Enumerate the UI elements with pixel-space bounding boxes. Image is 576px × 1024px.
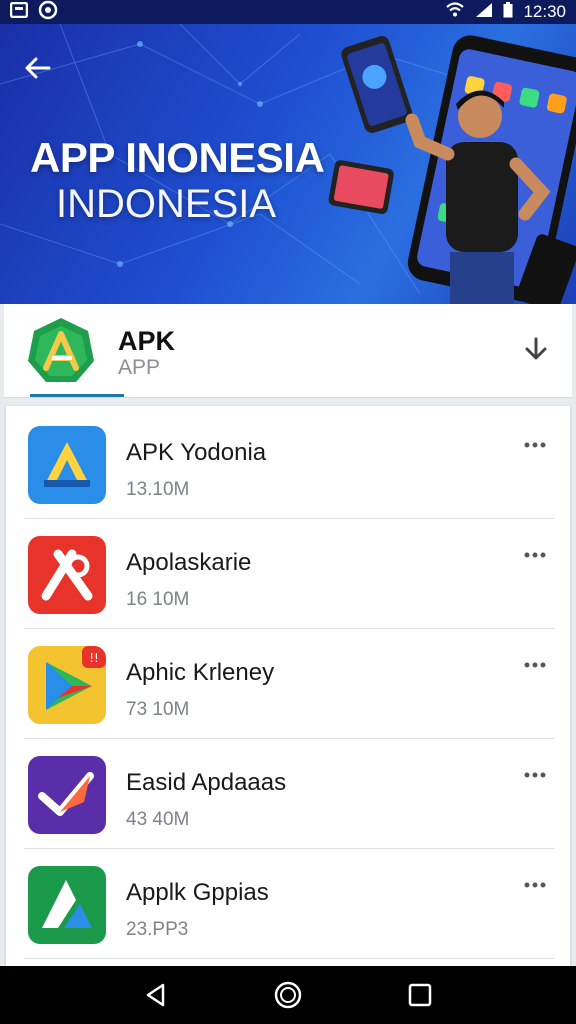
hero-subtitle: INDONESIA (56, 182, 277, 226)
app-name: Easid Apdaaas (126, 769, 287, 796)
app-header: APK APP (4, 304, 572, 398)
more-options-button[interactable] (520, 435, 550, 455)
more-options-button[interactable] (520, 875, 550, 895)
list-item[interactable]: Applk Gppias 23.PP3 (6, 849, 570, 959)
list-item[interactable]: APK Yodonia 13.10M (6, 409, 570, 519)
more-icon (524, 772, 546, 778)
app-size: 73 10M (126, 699, 190, 720)
app-name: Apolaskarie (126, 549, 252, 576)
list-item[interactable]: Apolaskarie 16 10M (6, 519, 570, 629)
sync-icon (38, 0, 58, 25)
app-size: 16 10M (126, 589, 190, 610)
back-button[interactable] (18, 48, 58, 88)
more-options-button[interactable] (520, 655, 550, 675)
download-button[interactable] (516, 330, 556, 370)
red-app-icon (28, 536, 106, 614)
nav-back-icon (146, 983, 165, 1007)
hero-title: APP INONESIA (30, 134, 325, 181)
status-bar: 12:30 (0, 0, 576, 24)
nav-home-icon (274, 981, 302, 1009)
signal-icon (475, 2, 493, 23)
nav-back-button[interactable] (131, 970, 181, 1020)
apk-logo-icon (28, 318, 94, 382)
nav-recents-button[interactable] (395, 970, 445, 1020)
more-icon (524, 882, 546, 888)
battery-icon (503, 1, 513, 23)
download-icon (525, 337, 547, 360)
notification-icon (9, 1, 29, 23)
app-name: Aphic Krleney (126, 659, 275, 686)
more-icon (524, 442, 546, 448)
app-list: APK Yodonia 13.10M Apolaskarie 16 10M !!… (6, 406, 570, 966)
status-time: 12:30 (523, 2, 566, 21)
svg-text:!!: !! (89, 651, 99, 665)
more-icon (524, 662, 546, 668)
purple-app-icon (28, 756, 106, 834)
list-item[interactable]: !! Aphic Krleney 73 10M (6, 629, 570, 739)
more-icon (524, 552, 546, 558)
app-name: APK Yodonia (126, 439, 267, 466)
app-size: 13.10M (126, 479, 190, 500)
app-name: Applk Gppias (126, 879, 269, 906)
hero-illustration (328, 35, 576, 304)
green-app-icon (28, 866, 106, 944)
play-app-icon: !! (28, 646, 106, 724)
divider (24, 958, 554, 959)
app-name: APK (118, 326, 176, 356)
wifi-icon (445, 1, 465, 23)
app-size: 23.PP3 (126, 919, 189, 940)
app-type: APP (118, 356, 161, 379)
navigation-bar (0, 966, 576, 1024)
more-options-button[interactable] (520, 545, 550, 565)
header-tab-indicator (30, 394, 124, 397)
nav-home-button[interactable] (263, 970, 313, 1020)
nav-recents-icon (408, 983, 432, 1007)
list-item[interactable]: Easid Apdaaas 43 40M (6, 739, 570, 849)
more-options-button[interactable] (520, 765, 550, 785)
back-arrow-icon (25, 57, 51, 79)
hero-banner: APP INONESIA INDONESIA (0, 24, 576, 304)
apk-a-icon (28, 426, 106, 504)
app-size: 43 40M (126, 809, 190, 830)
